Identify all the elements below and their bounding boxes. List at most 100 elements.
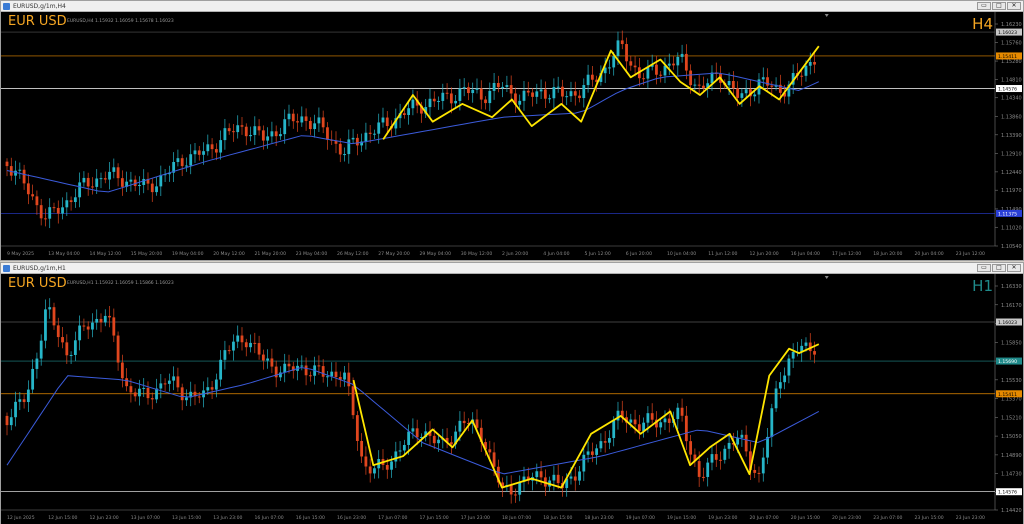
candle-body [167, 380, 171, 384]
candle-body [261, 130, 265, 141]
candle-body [689, 70, 693, 86]
candle-body [458, 420, 462, 432]
price-chart[interactable]: 1.163301.161701.160101.158501.156901.155… [1, 274, 1023, 524]
candle-body [595, 448, 599, 455]
candle-body [539, 471, 543, 478]
candle-body [535, 91, 539, 97]
symbol-label: EUR USD [8, 14, 67, 29]
close-button[interactable]: ✕ [1007, 264, 1021, 272]
chart-area[interactable]: 1.16230 1.15760 1.15280 1.14810 1.14340 1.138… [1, 12, 1023, 260]
candle-body [266, 358, 270, 361]
candle-body [684, 53, 688, 71]
candle-body [684, 415, 688, 442]
candle-body [518, 100, 522, 105]
candle-body [48, 307, 52, 310]
price-tick-label: 1.16330 [1001, 284, 1022, 290]
candle-body [441, 92, 445, 101]
candle-body [206, 387, 210, 391]
candle-body [561, 86, 564, 97]
candle-body [603, 441, 607, 443]
time-tick-label: 12 Jun 20:00 [750, 251, 779, 257]
candle-body [129, 386, 133, 393]
candle-body [270, 358, 274, 367]
candle-body [26, 389, 30, 403]
candle-body [296, 121, 299, 123]
maximize-button[interactable]: □ [992, 2, 1006, 10]
candle-body [385, 117, 389, 127]
candle-body [317, 117, 321, 124]
candle-body [266, 136, 270, 141]
time-tick-label: 18 Jun 23:00 [585, 515, 614, 521]
time-tick-label: 12 Jun 2025 [7, 515, 35, 521]
time-tick-label: 23 Jun 12:00 [956, 251, 985, 257]
candle-body [744, 89, 748, 94]
candle-body [330, 371, 334, 377]
minimize-button[interactable]: ▭ [977, 264, 991, 272]
candle-body [189, 154, 193, 166]
price-tick-label: 1.15850 [1001, 340, 1022, 346]
candle-body [509, 484, 513, 495]
candle-body [578, 95, 581, 99]
time-tick-label: 23 Jun 15:00 [915, 515, 944, 521]
candle-body [351, 386, 355, 416]
time-tick-label: 17 Jun 15:00 [420, 515, 449, 521]
candle-body [676, 56, 680, 66]
candle-body [492, 452, 496, 467]
candle-body [355, 137, 359, 146]
candle-body [390, 461, 393, 470]
candle-body [82, 325, 86, 327]
symbol-label: EUR USD [8, 276, 67, 291]
ohlc-readout: EURUSD,H4 1.15932 1.16059 1.15678 1.1602… [67, 19, 174, 24]
candle-body [355, 415, 359, 441]
candle-body [343, 154, 346, 156]
candle-body [253, 126, 257, 135]
candle-body [373, 133, 376, 135]
candle-body [313, 123, 317, 130]
maximize-button[interactable]: □ [992, 264, 1006, 272]
candle-body [108, 171, 111, 180]
candle-body [552, 474, 556, 481]
candle-body [176, 158, 180, 162]
candle-body [573, 476, 577, 481]
candle-body [475, 88, 479, 90]
window-title: EURUSD,g/1m,H4 [13, 3, 66, 10]
chart-window-h4[interactable]: EURUSD,g/1m,H4 ▭ □ ✕ 1.16230 1.15760 1.152… [0, 0, 1024, 261]
candle-body [646, 413, 650, 423]
candle-body [432, 98, 436, 102]
candle-body [202, 151, 205, 155]
time-tick-label: 16 Jun 04:00 [791, 251, 820, 257]
candle-body [232, 131, 235, 133]
candle-body [283, 119, 287, 135]
candle-body [180, 158, 184, 167]
candle-body [411, 99, 415, 109]
candle-body [108, 315, 111, 318]
candle-body [321, 117, 325, 128]
candle-body [663, 418, 667, 423]
time-tick-label: 17 Jun 12:00 [832, 251, 861, 257]
candle-body [300, 116, 304, 123]
chart-area[interactable]: 1.163301.161701.160101.158501.156901.155… [1, 274, 1023, 524]
price-level-label: 1.16023 [998, 30, 1017, 36]
minimize-button[interactable]: ▭ [977, 2, 991, 10]
close-button[interactable]: ✕ [1007, 2, 1021, 10]
window-titlebar[interactable]: EURUSD,g/1m,H4 ▭ □ ✕ [1, 1, 1023, 12]
window-titlebar[interactable]: EURUSD,g/1m,H1 ▭ □ ✕ [1, 263, 1023, 274]
price-chart[interactable]: 1.162301.157601.152801.148101.143401.138… [1, 12, 1023, 260]
candle-body [488, 449, 492, 453]
candle-body [556, 86, 560, 88]
candle-body [629, 419, 633, 423]
candle-body [249, 342, 252, 348]
price-tick-label: 1.16230 [1001, 22, 1022, 28]
candle-body [291, 113, 295, 122]
candle-body [642, 78, 646, 80]
candle-body [364, 132, 368, 142]
time-tick-label: 19 Jun 15:00 [667, 515, 696, 521]
candle-body [304, 116, 308, 121]
candle-body [385, 465, 389, 470]
candle-body [120, 178, 124, 187]
chart-window-h1[interactable]: EURUSD,g/1m,H1 ▭ □ ✕ 1.16330 1.16170 1.160… [0, 262, 1024, 524]
candle-body [586, 451, 590, 455]
candle-body [18, 169, 22, 171]
candle-body [697, 84, 701, 86]
candle-body [757, 472, 761, 474]
